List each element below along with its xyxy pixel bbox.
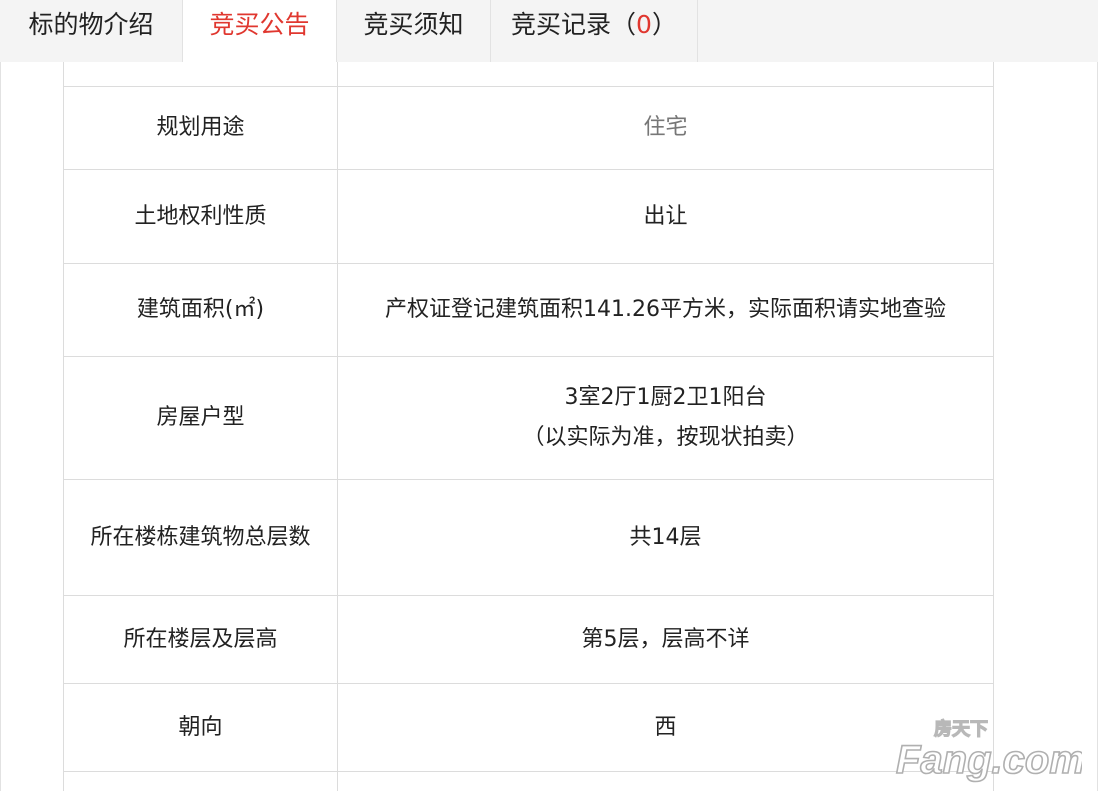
table-row-label: 建筑面积(㎡) (136, 297, 265, 322)
table-row-value: 产权证登记建筑面积141.26平方米，实际面积请实地查验 (385, 297, 946, 322)
table-row-value: 住宅 (643, 115, 688, 140)
tab-item-intro[interactable]: 标的物介绍 (0, 0, 183, 62)
tab-label-suffix: ） (651, 10, 677, 39)
tab-bidding-notice[interactable]: 竞买须知 (337, 0, 491, 62)
tab-label: 竞买须知 (363, 10, 464, 39)
table-row-value: 3室2厅1厨2卫1阳台 （以实际为准，按现状拍卖） (338, 357, 993, 479)
content-panel: 规划用途 住宅 土地权利性质 出让 建筑面积(㎡) 产权证登记建筑面积141.2… (0, 62, 1098, 791)
row-divider (64, 771, 994, 772)
table-row-label: 规划用途 (156, 115, 245, 140)
watermark-bottom-text: Fang.com (896, 738, 1082, 782)
tab-label: 标的物介绍 (28, 10, 154, 39)
table-row-value: 共14层 (629, 524, 702, 550)
table-row-label: 土地权利性质 (134, 203, 267, 229)
table-row-label: 所在楼栋建筑物总层数 (90, 524, 311, 550)
table-row-value: 出让 (643, 203, 688, 229)
tab-bid-records[interactable]: 竞买记录（0） (491, 0, 698, 62)
layout-value-line: 3室2厅1厨2卫1阳台 (564, 385, 767, 410)
tab-label: 竞买记录（ (511, 10, 637, 39)
table-row-value: 第5层，层高不详 (581, 626, 750, 652)
tab-announcement[interactable]: 竞买公告 (183, 0, 337, 63)
fang-logo-watermark: 房天下 Fang.com (895, 717, 1082, 782)
table-row-label: 朝向 (178, 714, 223, 740)
table-border-right (993, 62, 994, 791)
layout-note-line: （以实际为准，按现状拍卖） (522, 425, 809, 450)
watermark-top-text: 房天下 (934, 718, 988, 739)
table-row-label: 所在楼层及层高 (123, 626, 278, 652)
tab-label: 竞买公告 (209, 10, 310, 39)
tab-bar: 标的物介绍 竞买公告 竞买须知 竞买记录（0） (0, 0, 1098, 63)
table-row-label: 房屋户型 (156, 405, 245, 430)
bid-count: 0 (636, 10, 652, 39)
